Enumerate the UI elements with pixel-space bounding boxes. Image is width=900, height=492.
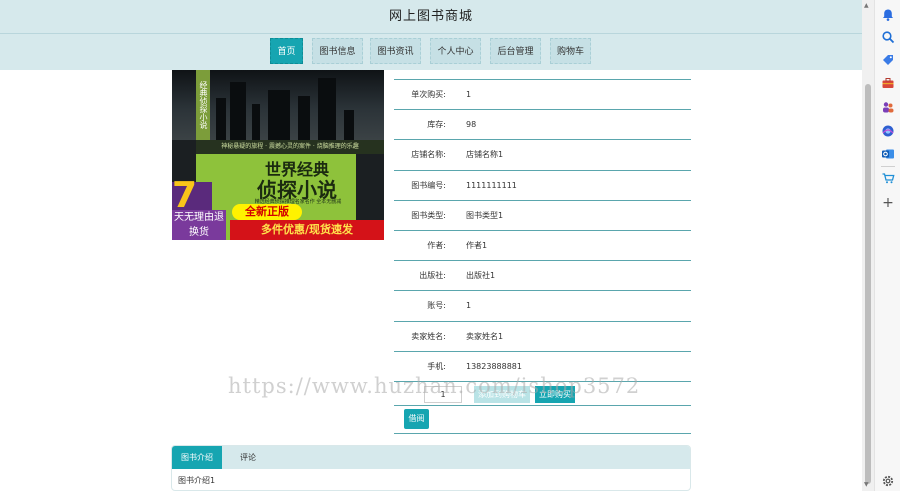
detail-row-book-type: 图书类型: 图书类型1	[394, 201, 691, 231]
nav-item-cart[interactable]: 购物车	[550, 38, 591, 64]
tab-comments[interactable]: 评论	[230, 446, 266, 469]
cover-building	[298, 96, 310, 140]
detail-row-purchase-qty: 单次购买: 1	[394, 80, 691, 111]
page-scrollbar[interactable]: ▲ ▼	[862, 0, 874, 491]
browser-viewport: 网上图书商城 首页 图书信息 图书资讯 个人中心 后台管理 购物车 经典侦探小说…	[0, 0, 862, 491]
people-icon[interactable]	[881, 100, 895, 114]
nav-item-home[interactable]: 首页	[270, 38, 303, 64]
detail-value: 店铺名称1	[466, 150, 504, 160]
detail-value: 1	[466, 301, 472, 311]
detail-row-shop-name: 店铺名称: 店铺名称1	[394, 140, 691, 171]
detail-label: 账号:	[427, 301, 446, 311]
bell-icon[interactable]	[881, 8, 895, 22]
outlook-icon[interactable]	[881, 147, 895, 161]
toolbox-icon[interactable]	[881, 76, 895, 90]
details-top-border	[394, 70, 691, 80]
cover-promo-discount: 多件优惠/现货速发	[230, 220, 384, 240]
detail-label: 单次购买:	[411, 90, 446, 99]
settings-icon[interactable]	[881, 474, 895, 488]
cover-tagline: 神秘悬疑的旅程 · 震撼心灵的案件 · 烧脑推理的乐趣	[196, 140, 384, 154]
detail-value: 98	[466, 120, 477, 130]
scrollbar-thumb[interactable]	[865, 84, 871, 484]
book-cover-image: 经典侦探小说 神秘悬疑的旅程 · 震撼心灵的案件 · 烧脑推理的乐趣 世界经典 …	[172, 70, 384, 240]
cover-building	[252, 104, 260, 140]
main-nav: 首页 图书信息 图书资讯 个人中心 后台管理 购物车	[0, 34, 862, 70]
detail-value: 1	[466, 90, 472, 99]
cover-building	[230, 82, 246, 140]
detail-value: 卖家姓名1	[466, 331, 504, 341]
site-header: 网上图书商城	[0, 0, 862, 34]
detail-label: 作者:	[427, 240, 446, 250]
nav-item-admin[interactable]: 后台管理	[490, 38, 541, 64]
tab-bar: 图书介绍 评论	[172, 446, 690, 469]
plus-icon[interactable]: +	[881, 196, 895, 210]
tab-content: 图书介绍1	[178, 476, 216, 485]
detail-value: 作者1	[466, 240, 488, 250]
detail-row-stock: 库存: 98	[394, 110, 691, 141]
cover-spine-text: 经典侦探小说	[196, 70, 210, 140]
watermark-text: https://www.huzhan.com/ishop3572	[228, 374, 641, 398]
detail-label: 图书类型:	[411, 210, 446, 220]
detail-row-author: 作者: 作者1	[394, 231, 691, 262]
scroll-up-arrow-icon[interactable]: ▲	[864, 2, 869, 9]
detail-value: 1111111111	[466, 180, 517, 190]
cover-badge-text: 天无理由退换货	[172, 210, 226, 240]
detail-row-seller-name: 卖家姓名: 卖家姓名1	[394, 322, 691, 352]
cart-icon[interactable]	[881, 171, 895, 185]
borrow-button[interactable]: 借阅	[404, 408, 429, 429]
detail-label: 图书编号:	[411, 180, 446, 190]
borrow-row: 借阅	[394, 406, 691, 434]
detail-row-book-id: 图书编号: 1111111111	[394, 171, 691, 201]
detail-row-publisher: 出版社: 出版社1	[394, 261, 691, 292]
rail-divider	[881, 166, 895, 167]
book-tabs-panel: 图书介绍 评论 图书介绍1	[171, 445, 691, 491]
nav-item-book-news[interactable]: 图书资讯	[370, 38, 421, 64]
cover-building	[268, 90, 290, 140]
detail-value: 出版社1	[466, 271, 496, 281]
detail-value: 图书类型1	[466, 210, 504, 220]
detail-row-account: 账号: 1	[394, 291, 691, 322]
site-title: 网上图书商城	[388, 9, 473, 24]
scroll-down-arrow-icon[interactable]: ▼	[864, 481, 869, 488]
cover-building	[344, 110, 354, 140]
detail-label: 卖家姓名:	[411, 331, 446, 341]
search-icon[interactable]	[881, 30, 895, 44]
nav-item-personal-center[interactable]: 个人中心	[430, 38, 481, 64]
cover-building	[318, 78, 336, 140]
detail-label: 库存:	[427, 120, 446, 130]
tab-book-intro[interactable]: 图书介绍	[172, 446, 222, 469]
cover-promo-new: 全新正版	[232, 204, 302, 220]
detail-label: 店铺名称:	[411, 150, 446, 160]
browser-side-rail: +	[874, 0, 900, 491]
orb-icon[interactable]	[881, 124, 895, 138]
detail-label: 出版社:	[419, 271, 446, 281]
nav-item-book-info[interactable]: 图书信息	[312, 38, 363, 64]
tag-icon[interactable]	[881, 53, 895, 67]
cover-building	[216, 98, 226, 140]
